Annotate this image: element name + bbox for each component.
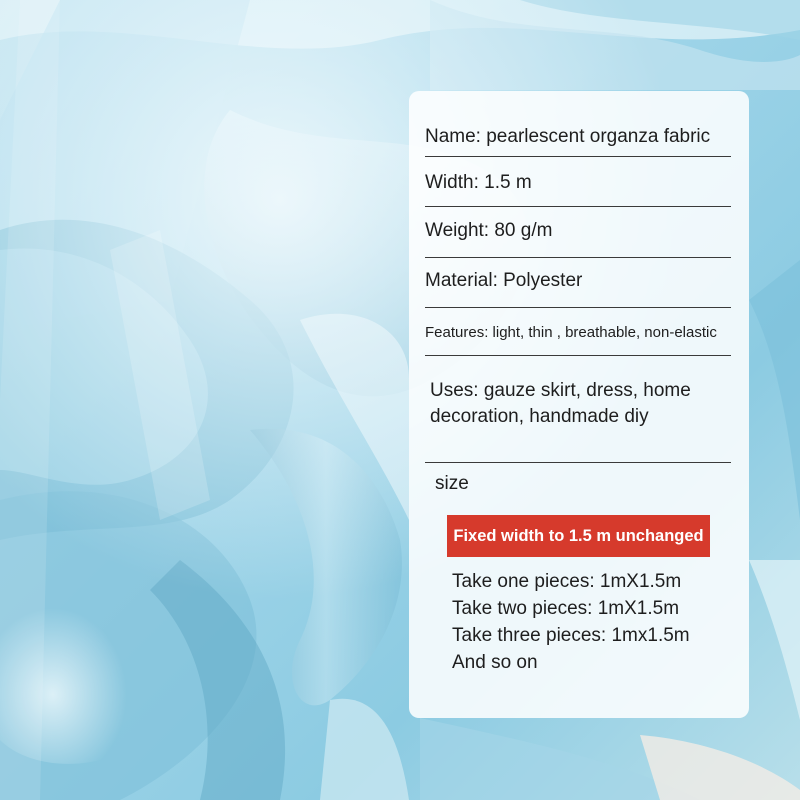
spec-uses: Uses: gauze skirt, dress, home decoratio… (430, 380, 691, 427)
fixed-width-banner: Fixed width to 1.5 m unchanged (447, 515, 710, 557)
divider (425, 462, 731, 463)
divider (425, 156, 731, 157)
spec-material: Material: Polyester (425, 270, 583, 291)
spec-features: Features: light, thin , breathable, non-… (425, 324, 717, 341)
divider (425, 257, 731, 258)
spec-name: Name: pearlescent organza fabric (425, 126, 711, 147)
product-spec-card: Name: pearlescent organza fabric Width: … (409, 91, 749, 718)
list-item: Take three pieces: 1mx1.5m (452, 625, 690, 646)
divider (425, 355, 731, 356)
divider (425, 307, 731, 308)
piece-options-list: Take one pieces: 1mX1.5m Take two pieces… (452, 568, 690, 676)
spec-weight: Weight: 80 g/m (425, 220, 553, 241)
divider (425, 206, 731, 207)
list-item: Take one pieces: 1mX1.5m (452, 571, 682, 592)
spec-width: Width: 1.5 m (425, 172, 532, 193)
list-item: And so on (452, 652, 538, 673)
list-item: Take two pieces: 1mX1.5m (452, 598, 680, 619)
size-label: size (435, 473, 469, 494)
